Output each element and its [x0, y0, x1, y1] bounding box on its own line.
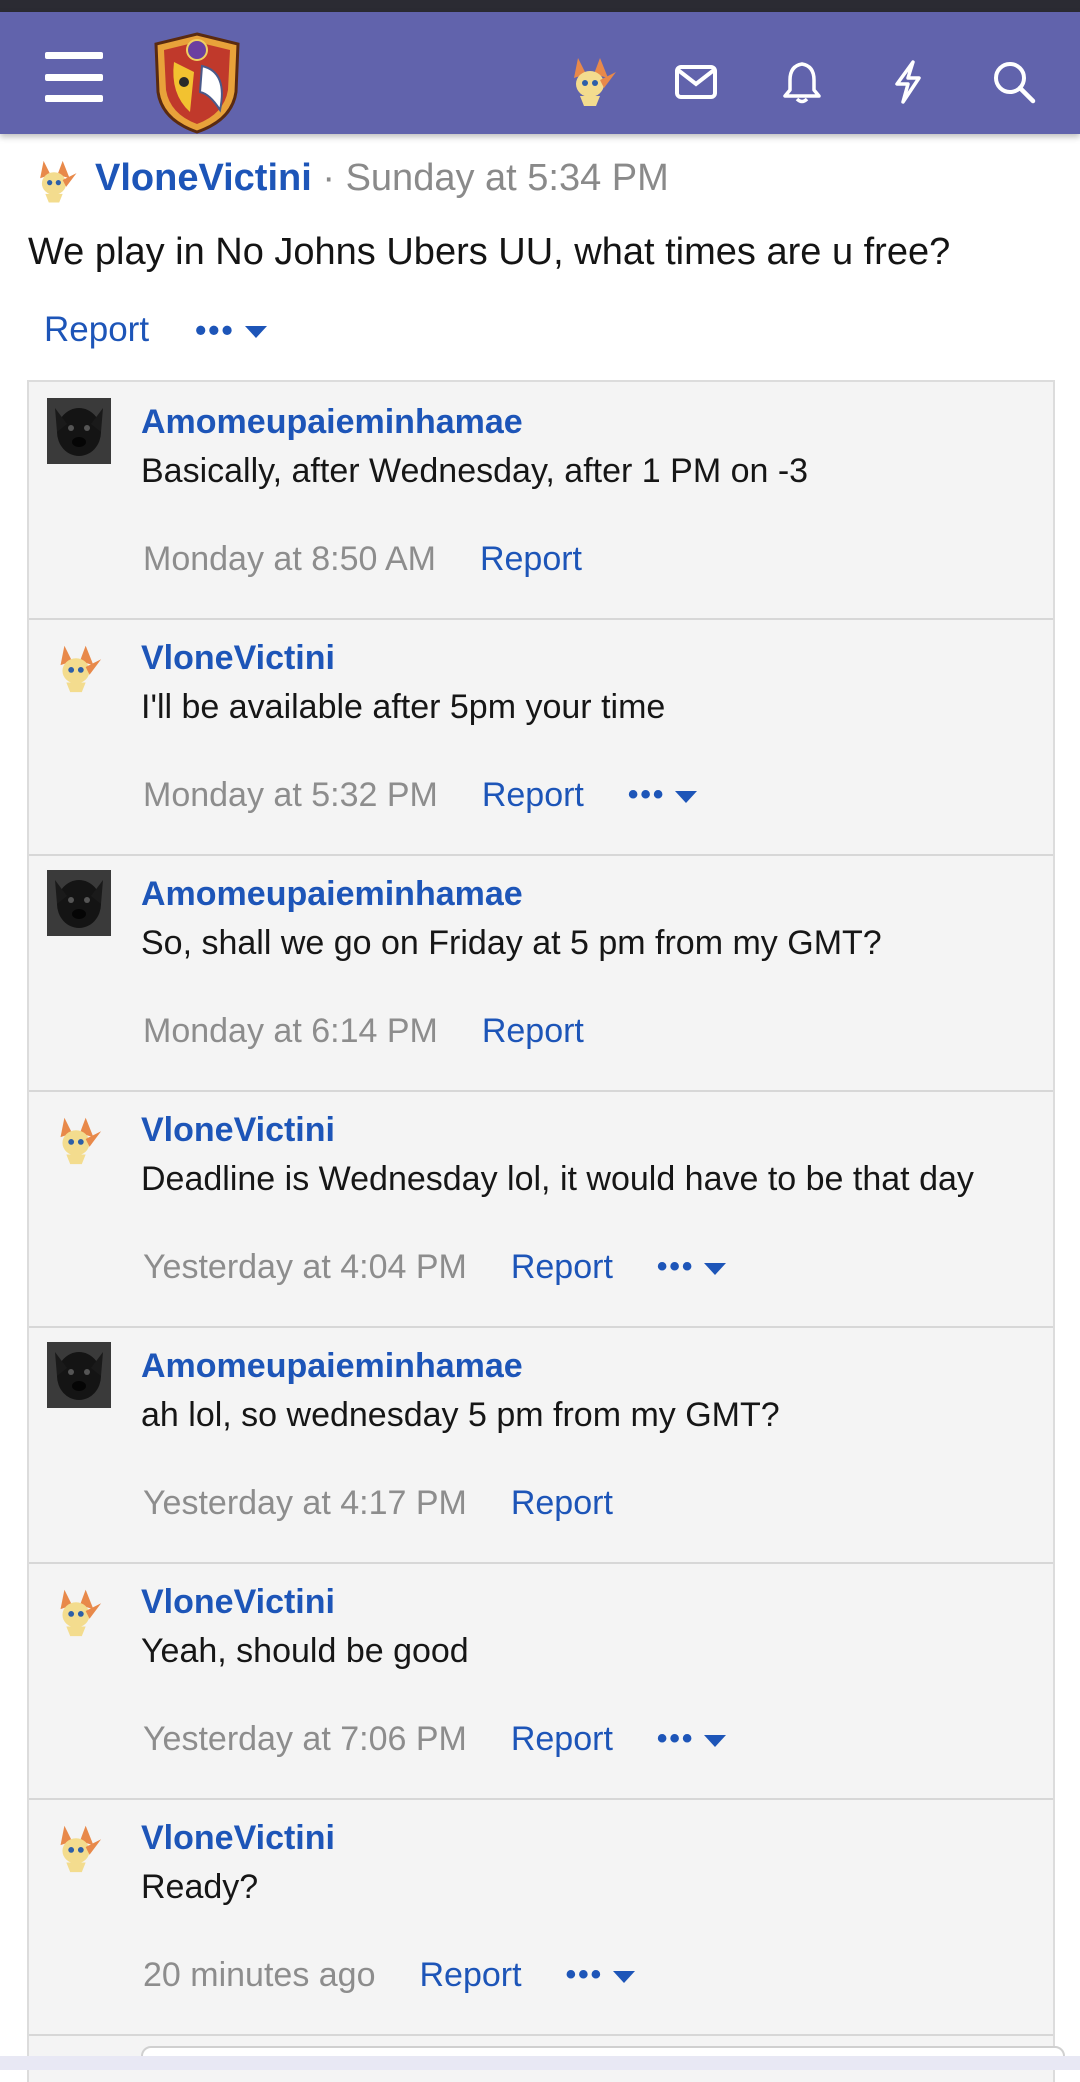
comment-timestamp[interactable]: 20 minutes ago — [143, 1952, 376, 1998]
search-button[interactable] — [988, 56, 1040, 108]
comment-text: So, shall we go on Friday at 5 pm from m… — [141, 924, 882, 962]
comment-item: VloneVictini Yeah, should be good Yesterda… — [29, 1562, 1053, 1800]
comment-item: VloneVictini Deadline is Wednesday lol, i… — [29, 1090, 1053, 1328]
chevron-down-icon — [704, 1735, 727, 1747]
comments-panel: Amomeupaieminhamae Basically, after Wedne… — [27, 380, 1065, 2082]
comment-timestamp[interactable]: Monday at 6:14 PM — [143, 1008, 438, 1054]
comment-author-link[interactable]: Amomeupaieminhamae — [141, 400, 523, 444]
comment-author-link[interactable]: VloneVictini — [141, 1108, 335, 1152]
comment-author-link[interactable]: VloneVictini — [141, 636, 335, 680]
comment-meta: Monday at 5:32 PM Report ••• — [143, 772, 698, 818]
post-author-link[interactable]: VloneVictini — [95, 157, 312, 199]
comment-report-link[interactable]: Report — [420, 1952, 522, 1998]
comment-timestamp[interactable]: Yesterday at 4:04 PM — [143, 1244, 467, 1290]
comment-report-link[interactable]: Report — [511, 1716, 613, 1762]
shield-logo-icon — [154, 32, 240, 134]
victini-avatar-icon[interactable] — [47, 1814, 111, 1880]
comment-item: VloneVictini Ready? 20 minutes ago Report ••… — [29, 1798, 1053, 2036]
post-body: We play in No Johns Ubers UU, what times… — [28, 231, 951, 273]
comment-item: VloneVictini I'll be available after 5pm … — [29, 618, 1053, 856]
comment-timestamp[interactable]: Monday at 8:50 AM — [143, 536, 436, 582]
comment-text: Deadline is Wednesday lol, it would have… — [141, 1160, 974, 1198]
victini-avatar-icon[interactable] — [47, 1106, 111, 1172]
more-dots-icon: ••• — [565, 1958, 604, 1991]
comment-more-menu[interactable]: ••• — [628, 772, 698, 818]
comment-meta: Monday at 6:14 PM Report — [143, 1008, 584, 1054]
site-logo[interactable] — [150, 32, 244, 134]
comment-author-link[interactable]: VloneVictini — [141, 1816, 335, 1860]
comment-item: Amomeupaieminhamae So, shall we go on Fri… — [29, 854, 1053, 1092]
chevron-down-icon — [613, 1971, 636, 1983]
comment-more-menu[interactable]: ••• — [657, 1244, 727, 1290]
lightning-bolt-icon — [895, 60, 921, 104]
more-dots-icon: ••• — [195, 312, 235, 348]
comment-text: Ready? — [141, 1868, 259, 1906]
comment-report-link[interactable]: Report — [482, 1008, 584, 1054]
post-report-link[interactable]: Report — [44, 306, 149, 354]
comment-item: Amomeupaieminhamae Basically, after Wedne… — [29, 382, 1053, 620]
user-avatar-icon — [574, 58, 616, 106]
dog-avatar-icon[interactable] — [47, 398, 111, 464]
dog-avatar-icon[interactable] — [47, 1342, 111, 1408]
comment-author-link[interactable]: Amomeupaieminhamae — [141, 1344, 523, 1388]
comment-report-link[interactable]: Report — [511, 1244, 613, 1290]
dog-avatar-icon[interactable] — [47, 870, 111, 936]
chevron-down-icon — [704, 1263, 727, 1275]
post-author-avatar[interactable] — [28, 150, 80, 210]
comment-text: Yeah, should be good — [141, 1632, 469, 1670]
status-strip — [0, 0, 1080, 12]
search-icon — [994, 62, 1036, 104]
comment-author-link[interactable]: Amomeupaieminhamae — [141, 872, 523, 916]
victini-avatar-icon[interactable] — [47, 1578, 111, 1644]
messages-button[interactable] — [670, 56, 722, 108]
comment-author-link[interactable]: VloneVictini — [141, 1580, 335, 1624]
comment-report-link[interactable]: Report — [511, 1480, 613, 1526]
envelope-icon — [675, 65, 717, 99]
user-avatar-button[interactable] — [560, 50, 620, 110]
comment-timestamp[interactable]: Yesterday at 4:17 PM — [143, 1480, 467, 1526]
comment-meta: Monday at 8:50 AM Report — [143, 536, 582, 582]
bottom-bar — [0, 2056, 1080, 2070]
comment-meta: Yesterday at 7:06 PM Report ••• — [143, 1716, 727, 1762]
hamburger-menu-icon — [45, 52, 103, 59]
comment-text: Basically, after Wednesday, after 1 PM o… — [141, 452, 809, 490]
more-dots-icon: ••• — [627, 778, 666, 811]
victini-avatar-icon[interactable] — [47, 634, 111, 700]
more-dots-icon: ••• — [656, 1722, 695, 1755]
top-navbar — [0, 12, 1080, 134]
comment-more-menu[interactable]: ••• — [657, 1716, 727, 1762]
comment-text: I'll be available after 5pm your time — [141, 688, 666, 726]
post-header: VloneVictini · Sunday at 5:34 PM — [95, 154, 669, 202]
post-timestamp[interactable]: Sunday at 5:34 PM — [346, 157, 669, 199]
comment-report-link[interactable]: Report — [480, 536, 582, 582]
whats-new-button[interactable] — [882, 56, 934, 108]
alerts-button[interactable] — [776, 56, 828, 108]
comment-item: Amomeupaieminhamae ah lol, so wednesday 5… — [29, 1326, 1053, 1564]
comment-meta: 20 minutes ago Report ••• — [143, 1952, 636, 1998]
comment-meta: Yesterday at 4:04 PM Report ••• — [143, 1244, 727, 1290]
post-more-menu[interactable]: ••• — [195, 306, 267, 354]
post-separator: · — [322, 157, 336, 199]
more-dots-icon: ••• — [656, 1250, 695, 1283]
bell-icon — [783, 62, 821, 104]
comment-timestamp[interactable]: Monday at 5:32 PM — [143, 772, 438, 818]
post-actions: Report ••• — [44, 306, 267, 354]
comment-timestamp[interactable]: Yesterday at 7:06 PM — [143, 1716, 467, 1762]
comment-more-menu[interactable]: ••• — [566, 1952, 636, 1998]
victini-avatar-icon — [40, 160, 77, 203]
comment-report-link[interactable]: Report — [482, 772, 584, 818]
menu-button[interactable] — [44, 52, 104, 102]
comment-text: ah lol, so wednesday 5 pm from my GMT? — [141, 1396, 780, 1434]
comment-meta: Yesterday at 4:17 PM Report — [143, 1480, 613, 1526]
chevron-down-icon — [244, 326, 267, 338]
chevron-down-icon — [675, 791, 698, 803]
